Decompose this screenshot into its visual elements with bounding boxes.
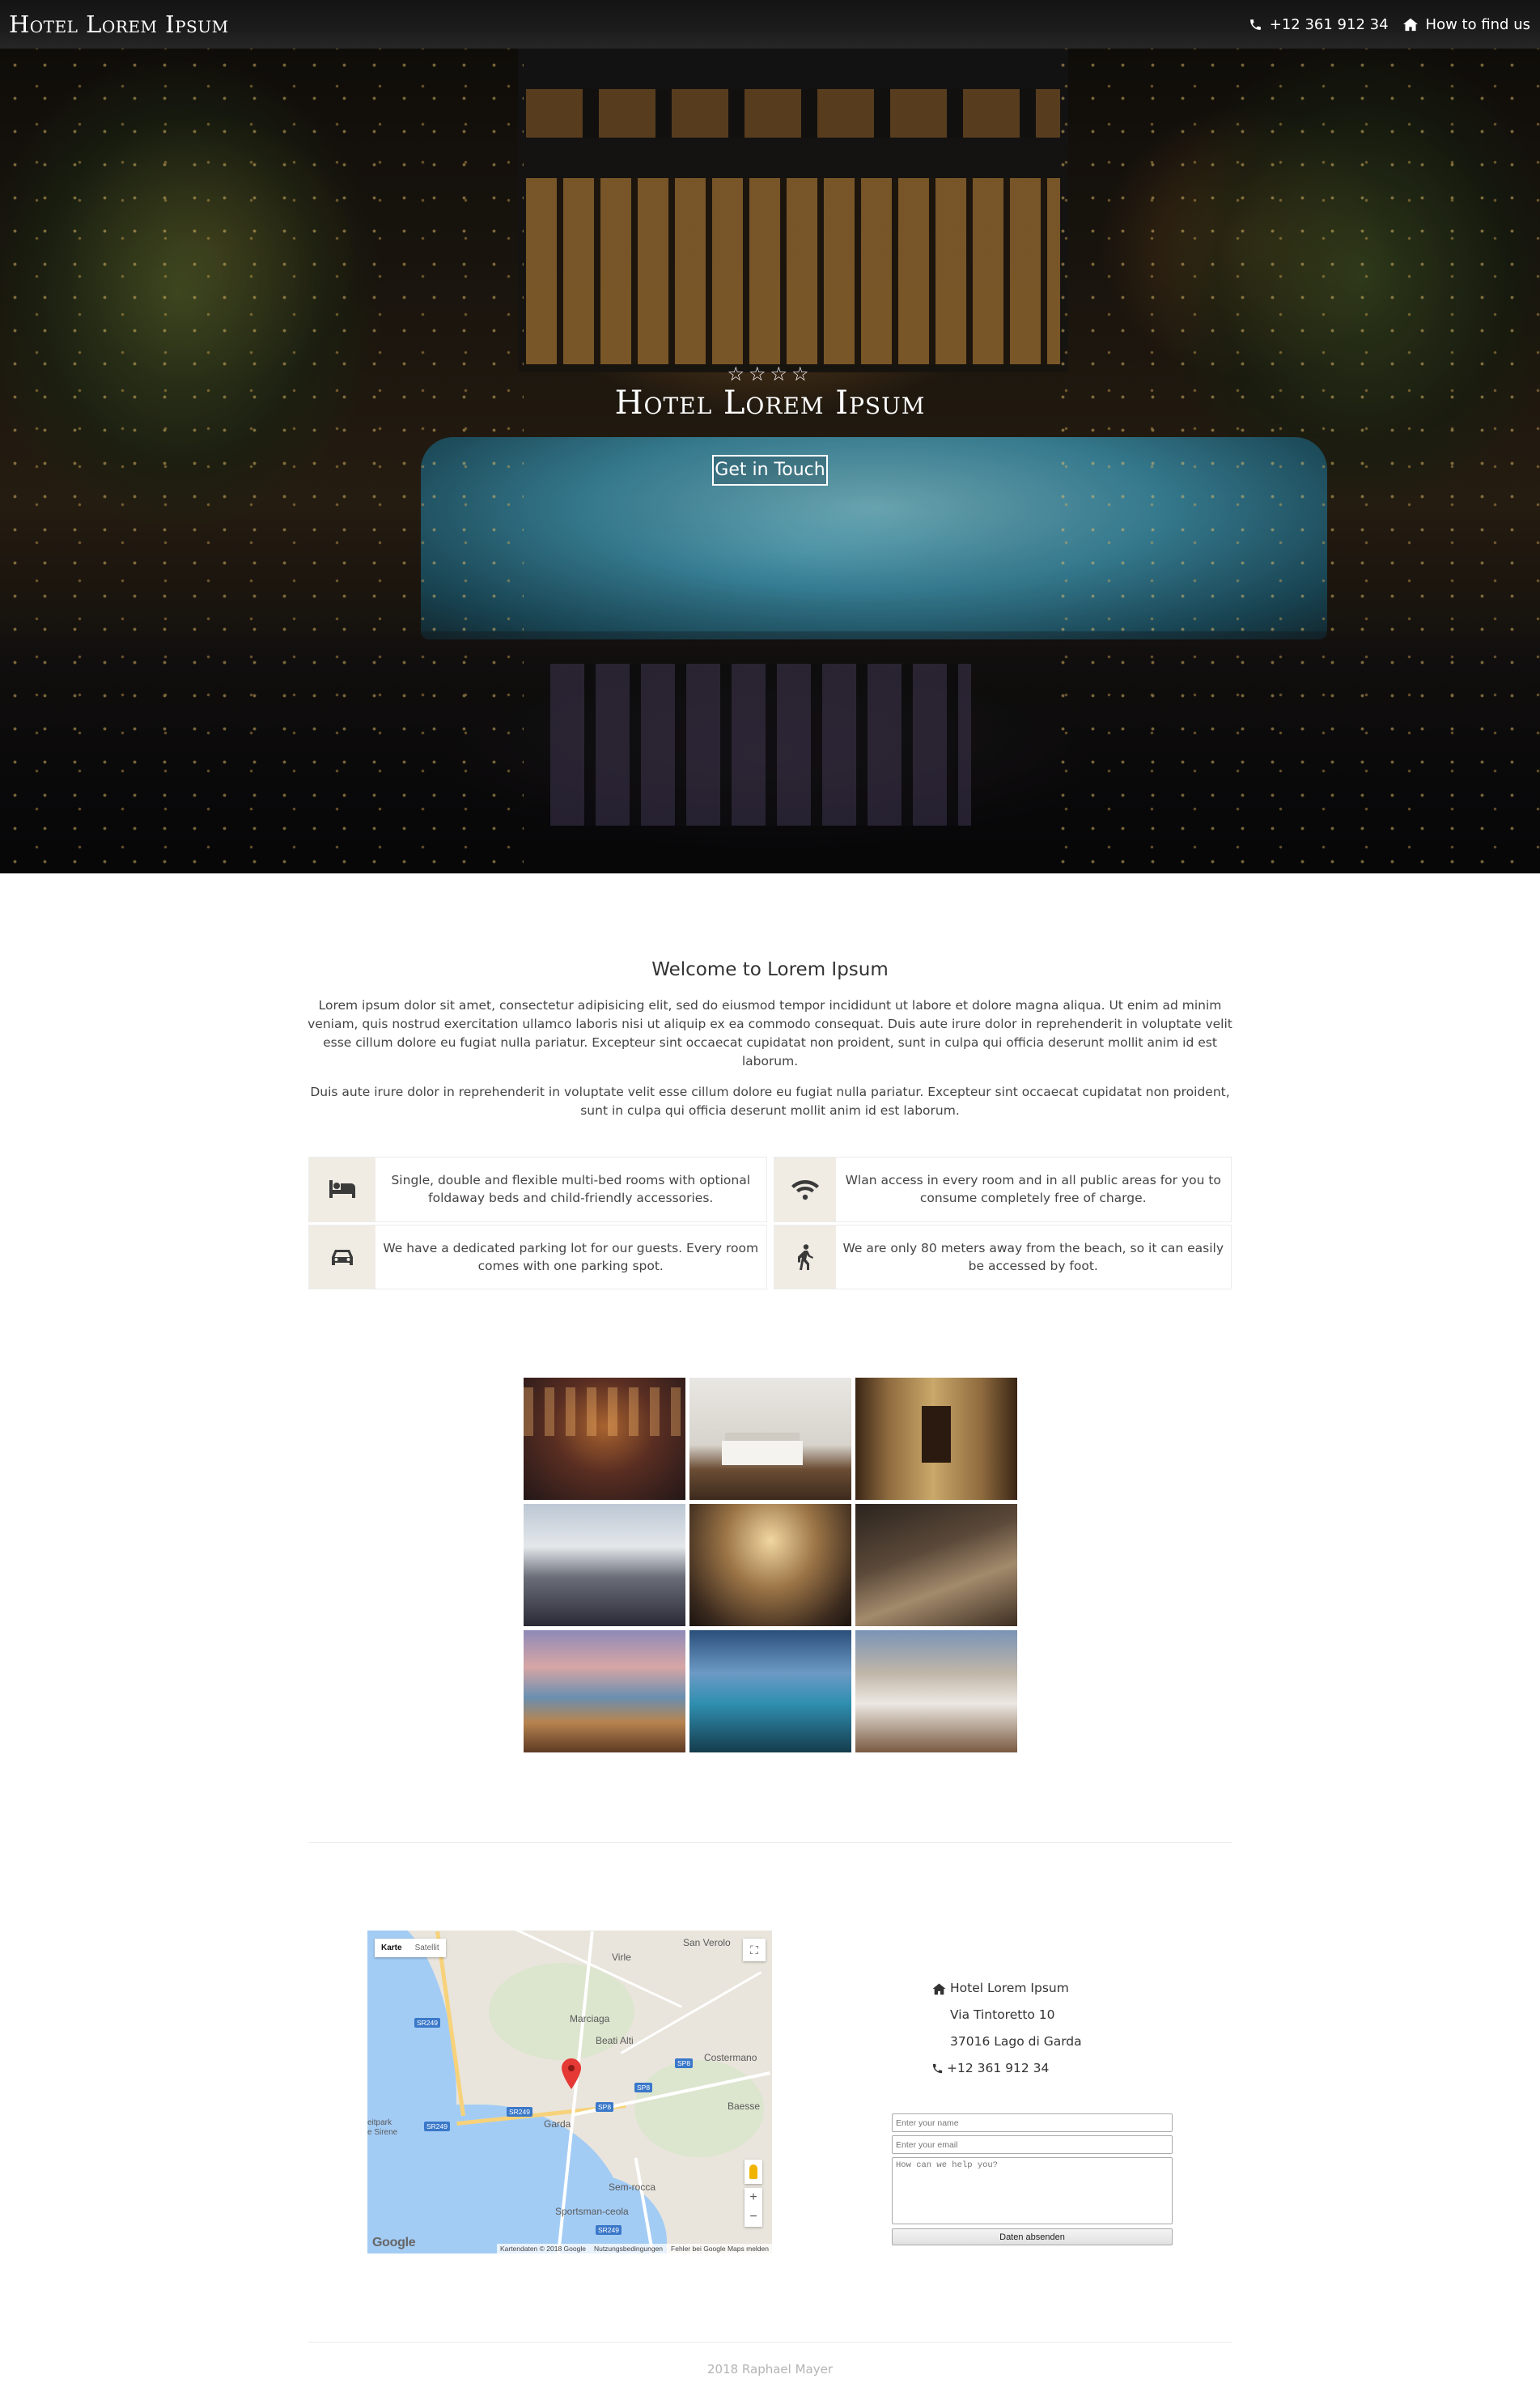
footer-divider [308, 2342, 1232, 2343]
gallery-photo-bar[interactable] [524, 1378, 685, 1500]
map-terms-link[interactable]: Nutzungsbedingungen [594, 2245, 663, 2253]
message-field[interactable] [892, 2157, 1173, 2224]
gallery-photo-bedroom[interactable] [689, 1378, 851, 1500]
navbar: Hotel Lorem Ipsum +12 361 912 34 How to … [0, 0, 1540, 49]
welcome-paragraph: Duis aute irure dolor in reprehenderit i… [310, 1085, 1230, 1118]
map-place-label: Sportsman-ceola [555, 2206, 629, 2217]
map-place-label: eitpark [367, 2118, 392, 2127]
map-zoom-controls: + − [745, 2188, 762, 2227]
map-type-satellite-button[interactable]: Satellit [409, 1939, 446, 1957]
nav-phone-link[interactable]: +12 361 912 34 [1249, 16, 1389, 33]
fullscreen-icon[interactable]: ⛶ [743, 1939, 766, 1961]
gallery-photo-seaview-room[interactable] [689, 1630, 851, 1752]
map-road-shield: SP8 [596, 2102, 614, 2112]
feature-text: Wlan access in every room and in all pub… [845, 1173, 1221, 1206]
street-view-pegman-icon[interactable] [745, 2160, 762, 2184]
gallery-photo-corridor[interactable] [855, 1378, 1017, 1500]
feature-wifi: Wlan access in every room and in all pub… [773, 1157, 1232, 1222]
map-road-shield: SP8 [675, 2058, 694, 2068]
welcome-title: Welcome to Lorem Ipsum [651, 959, 889, 980]
welcome-paragraph: Lorem ipsum dolor sit amet, consectetur … [308, 998, 1232, 1068]
feature-rooms: Single, double and flexible multi-bed ro… [308, 1157, 767, 1222]
map-road-shield: SR249 [507, 2107, 532, 2117]
map-place-label: Marciaga [570, 2013, 610, 2024]
bed-icon [329, 1180, 355, 1199]
feature-text: We have a dedicated parking lot for our … [383, 1240, 759, 1273]
home-icon [932, 1982, 946, 1994]
contact-form: Daten absenden [892, 2113, 1173, 2245]
map-attribution: Kartendaten © 2018 Google Nutzungsbeding… [496, 2244, 772, 2253]
map-marker-icon[interactable] [562, 2058, 581, 2089]
map-road-shield: SR249 [424, 2122, 450, 2131]
get-in-touch-button[interactable]: Get in Touch [712, 455, 828, 486]
google-map[interactable]: Virle San Verolo Marciaga Beati Alti Cos… [367, 1931, 772, 2253]
map-place-label: San Verolo [683, 1937, 731, 1948]
map-road-shield: SP8 [634, 2083, 653, 2092]
submit-button[interactable]: Daten absenden [892, 2228, 1173, 2245]
zoom-in-icon[interactable]: + [749, 2188, 757, 2207]
map-place-label: Costermano [704, 2052, 757, 2063]
contact-street: Via Tintoretto 10 [950, 2007, 1055, 2022]
feature-parking: We have a dedicated parking lot for our … [308, 1224, 767, 1289]
footer-copyright: 2018 Raphael Mayer [706, 2362, 834, 2377]
feature-beach: We are only 80 meters away from the beac… [773, 1224, 1232, 1289]
brand-logo[interactable]: Hotel Lorem Ipsum [9, 11, 229, 38]
nav-directions-link[interactable]: How to find us [1402, 16, 1530, 33]
name-field[interactable] [892, 2113, 1173, 2132]
map-place-label: Garda [544, 2118, 571, 2130]
hero-content: ☆☆☆☆ Hotel Lorem Ipsum Get in Touch [0, 49, 1540, 873]
feature-text: We are only 80 meters away from the beac… [842, 1240, 1224, 1273]
map-type-map-button[interactable]: Karte [375, 1939, 409, 1957]
map-place-label: Baesse [728, 2101, 761, 2112]
gallery-photo-suite[interactable] [855, 1504, 1017, 1626]
contact-name: Hotel Lorem Ipsum [950, 1981, 1069, 1995]
google-logo[interactable]: Google [372, 2236, 416, 2250]
features-grid: Single, double and flexible multi-bed ro… [308, 1157, 1232, 1289]
map-report-link[interactable]: Fehler bei Google Maps melden [671, 2245, 769, 2253]
zoom-out-icon[interactable]: − [749, 2207, 757, 2227]
email-field[interactable] [892, 2135, 1173, 2154]
map-road-shield: SR249 [414, 2018, 440, 2028]
car-icon [332, 1249, 353, 1265]
star-rating: ☆☆☆☆ [727, 363, 813, 385]
gallery-photo-dining[interactable] [855, 1630, 1017, 1752]
section-divider [308, 1842, 1232, 1843]
phone-icon [1249, 19, 1261, 30]
map-place-label: Sem-rocca [609, 2181, 656, 2193]
walking-icon [797, 1244, 813, 1270]
map-place-label: e Sirene [367, 2128, 398, 2137]
home-icon [1402, 18, 1418, 32]
welcome-section: Welcome to Lorem Ipsum Lorem ipsum dolor… [304, 959, 1236, 1132]
photo-gallery [524, 1378, 1017, 1752]
hero-title: Hotel Lorem Ipsum [614, 384, 926, 422]
phone-icon [932, 2063, 943, 2074]
map-road-shield: SR249 [596, 2225, 622, 2235]
feature-text: Single, double and flexible multi-bed ro… [391, 1173, 751, 1206]
hero-section: ☆☆☆☆ Hotel Lorem Ipsum Get in Touch [0, 49, 1540, 873]
gallery-photo-balcony[interactable] [524, 1630, 685, 1752]
gallery-photo-lobby[interactable] [689, 1504, 851, 1626]
map-place-label: Virle [612, 1952, 631, 1963]
gallery-photo-restaurant[interactable] [524, 1504, 685, 1626]
map-type-toggle: Karte Satellit [375, 1939, 446, 1957]
wifi-icon [791, 1180, 819, 1200]
contact-phone[interactable]: +12 361 912 34 [947, 2055, 1049, 2082]
nav-links: +12 361 912 34 How to find us [1249, 16, 1530, 33]
contact-city: 37016 Lago di Garda [950, 2034, 1082, 2049]
nav-phone-text: +12 361 912 34 [1269, 15, 1389, 33]
map-place-label: Beati Alti [596, 2035, 634, 2046]
nav-directions-text: How to find us [1425, 15, 1530, 33]
contact-address: Hotel Lorem Ipsum Via Tintoretto 10 3701… [931, 1975, 1082, 2082]
